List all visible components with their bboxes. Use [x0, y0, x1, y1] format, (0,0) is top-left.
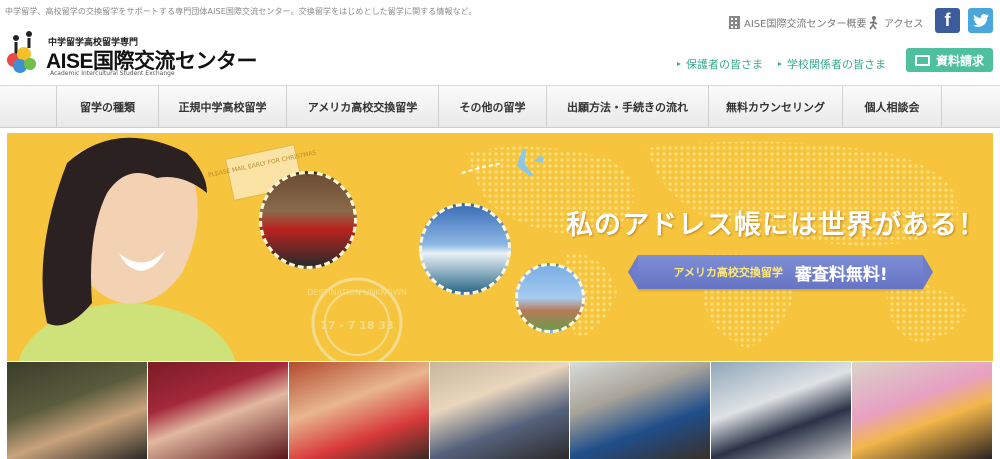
building-icon	[729, 16, 740, 29]
ribbon-program: アメリカ高校交換留学	[673, 266, 783, 279]
facebook-icon: f	[944, 10, 951, 30]
sydney-opera-photo	[419, 203, 511, 295]
guardians-link[interactable]: 保護者の皆さま	[677, 56, 763, 72]
logo-english: Academic Intercultural Student Exchange	[50, 70, 175, 77]
stamp-numbers: 17 - 7 18 33	[320, 319, 393, 332]
hero-banner[interactable]: PLEASE MAIL EARLY FOR CHRISTMAS DESTINAT…	[7, 133, 993, 361]
stamp-text: DESTINATION UNKNOWN	[307, 288, 407, 297]
nav-item-consultation[interactable]: 個人相談会	[842, 86, 942, 127]
access-link[interactable]: アクセス	[868, 15, 924, 30]
smiling-students-photo[interactable]	[288, 362, 430, 459]
family-gathering-photo[interactable]	[429, 362, 571, 459]
folder-icon	[914, 54, 930, 66]
graduation-group-photo[interactable]	[147, 362, 289, 459]
about-link[interactable]: AISE国際交流センター概要	[729, 15, 866, 30]
logo-mark-icon	[7, 31, 36, 73]
main-nav: 留学の種類 正規中学高校留学 アメリカ高校交換留学 その他の留学 出願方法・手続…	[0, 85, 1000, 128]
guardians-link-label: 保護者の皆さま	[686, 58, 763, 71]
nav-item-free-counseling[interactable]: 無料カウンセリング	[708, 86, 842, 127]
ribbon-offer: 審査料無料!	[794, 264, 888, 285]
nav-item-application-flow[interactable]: 出願方法・手続きの流れ	[546, 86, 708, 127]
request-materials-label: 資料請求	[935, 53, 984, 68]
twitter-button[interactable]	[968, 8, 993, 33]
about-link-label: AISE国際交流センター概要	[744, 19, 867, 30]
nav-item-study-types[interactable]: 留学の種類	[56, 86, 158, 127]
twitter-bird-icon	[972, 14, 989, 27]
walking-person-icon	[869, 15, 878, 29]
site-tagline: 中学留学、高校留学の交換留学をサポートする専門団体AISE国際交流センター。交換…	[5, 7, 477, 16]
hero-headline: 私のアドレス帳には世界がある！	[566, 210, 986, 241]
school-visit-photo[interactable]	[570, 362, 712, 459]
us-campus-photo	[515, 263, 585, 333]
site-logo[interactable]: 中学留学高校留学専門 AISE国際交流センター Academic Intercu…	[6, 30, 258, 78]
candle-ceremony-photo[interactable]	[7, 362, 148, 459]
nav-item-us-exchange[interactable]: アメリカ高校交換留学	[286, 86, 438, 127]
hero-ribbon[interactable]: アメリカ高校交換留学 審査料無料!	[628, 255, 933, 289]
birthday-party-photo[interactable]	[852, 362, 994, 459]
request-materials-button[interactable]: 資料請求	[906, 48, 993, 72]
facebook-button[interactable]: f	[935, 8, 960, 33]
schools-link[interactable]: 学校関係者の皆さま	[778, 56, 886, 72]
school-uniform-group-photo[interactable]	[711, 362, 853, 459]
access-link-label: アクセス	[884, 19, 924, 30]
schools-link-label: 学校関係者の皆さま	[787, 58, 886, 71]
london-guard-photo	[259, 171, 357, 269]
arrow-right-icon	[677, 62, 681, 66]
arrow-right-icon	[778, 62, 782, 66]
photo-strip	[7, 362, 994, 459]
nav-item-other-study[interactable]: その他の留学	[438, 86, 546, 127]
nav-item-regular-study[interactable]: 正規中学高校留学	[158, 86, 286, 127]
